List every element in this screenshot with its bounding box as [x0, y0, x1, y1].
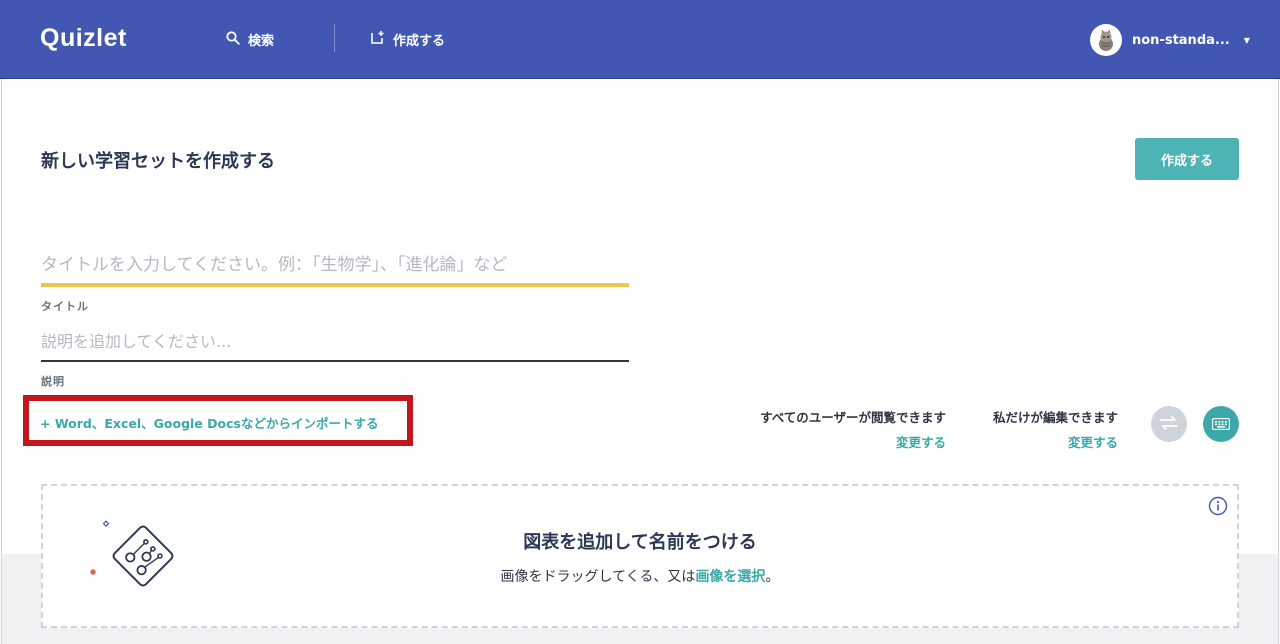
diagram-subtitle: 画像をドラッグしてくる、又は画像を選択。	[43, 566, 1237, 586]
avatar	[1090, 24, 1122, 56]
diagram-title: 図表を追加して名前をつける	[523, 532, 757, 553]
page-title: 新しい学習セットを作成する	[41, 151, 275, 172]
swap-button[interactable]	[1151, 406, 1187, 442]
keyboard-icon	[1211, 415, 1231, 434]
import-link[interactable]: + Word、Excel、Google Docsなどからインポートする	[40, 413, 378, 432]
keyboard-shortcuts-button[interactable]	[1203, 406, 1239, 442]
nav-create-label: 作成する	[393, 34, 446, 49]
info-icon[interactable]	[1208, 496, 1228, 516]
search-icon	[226, 30, 240, 49]
select-image-link[interactable]: 画像を選択	[695, 569, 765, 585]
quizlet-logo[interactable]: Quizlet	[40, 24, 127, 53]
edit-permission-change-link[interactable]: 変更する	[960, 432, 1118, 451]
nav-search-label: 検索	[248, 34, 275, 49]
nav-search-button[interactable]: 検索	[226, 30, 274, 49]
diagram-dropzone[interactable]: 図表を追加して名前をつける 画像をドラッグしてくる、又は画像を選択。	[41, 484, 1239, 628]
top-nav-bar: Quizlet 検索 作成する non-standa... ▼	[0, 0, 1280, 79]
edit-permission-setting: 私だけが編集できます 変更する	[960, 407, 1118, 451]
title-input[interactable]	[41, 247, 629, 287]
edit-permission-text: 私だけが編集できます	[992, 410, 1118, 425]
diagram-subtitle-suffix: 。	[765, 569, 780, 585]
user-menu[interactable]: non-standa... ▼	[1090, 24, 1250, 56]
diagram-subtitle-prefix: 画像をドラッグしてくる、又は	[500, 569, 696, 585]
visibility-text: すべてのユーザーが閲覧できます	[760, 410, 946, 425]
description-field-label: 説明	[41, 375, 65, 388]
caret-down-icon: ▼	[1243, 35, 1250, 45]
swap-icon	[1160, 415, 1178, 434]
visibility-change-link[interactable]: 変更する	[700, 432, 946, 451]
create-set-icon	[370, 30, 385, 49]
create-set-button[interactable]: 作成する	[1135, 138, 1239, 180]
visibility-setting: すべてのユーザーが閲覧できます 変更する	[700, 407, 946, 451]
username: non-standa...	[1132, 32, 1230, 48]
nav-create-button[interactable]: 作成する	[370, 30, 445, 49]
title-field-label: タイトル	[41, 300, 89, 313]
nav-divider	[334, 24, 335, 52]
description-input[interactable]	[41, 322, 629, 362]
